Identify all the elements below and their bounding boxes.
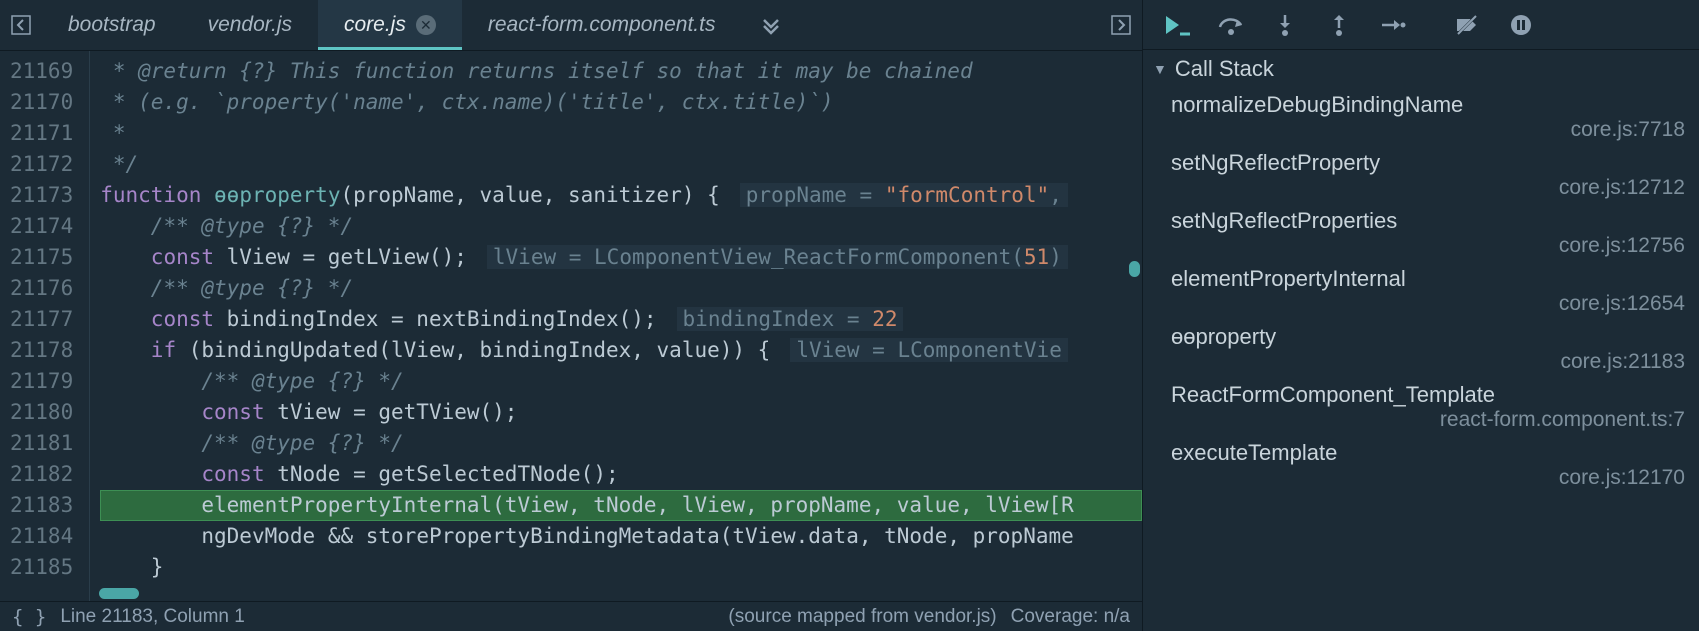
frame-location: core.js:7718 (1171, 118, 1685, 142)
call-stack-frame[interactable]: normalizeDebugBindingNamecore.js:7718 (1143, 88, 1699, 146)
code-line[interactable]: /** @type {?} */ (100, 428, 1142, 459)
code-line[interactable]: } (100, 552, 1142, 583)
frame-function: setNgReflectProperty (1171, 150, 1685, 176)
code-line[interactable]: if (bindingUpdated(lView, bindingIndex, … (100, 335, 1142, 366)
editor-statusbar: { } Line 21183, Column 1 (source mapped … (0, 601, 1142, 631)
code-line[interactable]: ngDevMode && storePropertyBindingMetadat… (100, 521, 1142, 552)
call-stack-frame[interactable]: setNgReflectPropertiescore.js:12756 (1143, 204, 1699, 262)
call-stack-section-header[interactable]: ▼ Call Stack (1143, 50, 1699, 88)
tab-overflow-button[interactable] (741, 15, 801, 35)
editor-pane: bootstrap vendor.js core.js ✕ react-form… (0, 0, 1143, 631)
step-over-button[interactable] (1207, 5, 1255, 45)
frame-function: setNgReflectProperties (1171, 208, 1685, 234)
horizontal-scrollbar[interactable] (99, 588, 139, 599)
call-stack-frame[interactable]: setNgReflectPropertycore.js:12712 (1143, 146, 1699, 204)
frame-location: core.js:12170 (1171, 466, 1685, 490)
tab-label: vendor.js (208, 13, 292, 37)
close-icon[interactable]: ✕ (416, 15, 436, 35)
frame-function: normalizeDebugBindingName (1171, 92, 1685, 118)
frame-location: core.js:12712 (1171, 176, 1685, 200)
frame-function: ɵɵproperty (1171, 324, 1685, 350)
code-line[interactable]: const lView = getLView();lView = LCompon… (100, 242, 1142, 273)
debugger-pane: ▼ Call Stack normalizeDebugBindingNameco… (1143, 0, 1699, 631)
inline-value: propName = "formControl", (740, 183, 1068, 207)
code-line[interactable]: * (100, 118, 1142, 149)
tab-bootstrap[interactable]: bootstrap (42, 0, 182, 50)
call-stack-frame[interactable]: ReactFormComponent_Templatereact-form.co… (1143, 378, 1699, 436)
code-line[interactable]: * (e.g. `property('name', ctx.name)('tit… (100, 87, 1142, 118)
line-number-gutter: 2116921170211712117221173211742117521176… (0, 51, 90, 601)
call-stack-frame[interactable]: elementPropertyInternalcore.js:12654 (1143, 262, 1699, 320)
frame-function: executeTemplate (1171, 440, 1685, 466)
inline-value: lView = LComponentVie (790, 338, 1068, 362)
resume-button[interactable] (1153, 5, 1201, 45)
code-line[interactable]: function ɵɵproperty(propName, value, san… (100, 180, 1142, 211)
tab-react-form-component[interactable]: react-form.component.ts (462, 0, 742, 50)
call-stack-frame[interactable]: ɵɵpropertycore.js:21183 (1143, 320, 1699, 378)
chevron-down-icon: ▼ (1153, 61, 1167, 77)
tab-vendor-js[interactable]: vendor.js (182, 0, 318, 50)
frame-location: react-form.component.ts:7 (1171, 408, 1685, 432)
step-into-button[interactable] (1261, 5, 1309, 45)
tab-core-js[interactable]: core.js ✕ (318, 0, 462, 50)
inline-value: bindingIndex = 22 (677, 307, 904, 331)
vertical-scrollbar[interactable] (1129, 261, 1140, 277)
code-line[interactable]: const tNode = getSelectedTNode(); (100, 459, 1142, 490)
code-line[interactable]: * @return {?} This function returns itse… (100, 56, 1142, 87)
step-out-button[interactable] (1315, 5, 1363, 45)
frame-location: core.js:12756 (1171, 234, 1685, 258)
frame-location: core.js:12654 (1171, 292, 1685, 316)
code-editor[interactable]: 2116921170211712117221173211742117521176… (0, 50, 1142, 601)
debug-toolbar (1143, 0, 1699, 50)
deactivate-breakpoints-button[interactable] (1443, 5, 1491, 45)
inline-value: lView = LComponentView_ReactFormComponen… (487, 245, 1068, 269)
code-body[interactable]: * @return {?} This function returns itse… (90, 51, 1142, 601)
code-line[interactable]: /** @type {?} */ (100, 273, 1142, 304)
cursor-position: Line 21183, Column 1 (60, 606, 245, 628)
frame-location: core.js:21183 (1171, 350, 1685, 374)
frame-function: elementPropertyInternal (1171, 266, 1685, 292)
section-title: Call Stack (1175, 56, 1274, 82)
code-line[interactable]: /** @type {?} */ (100, 211, 1142, 242)
code-line[interactable]: */ (100, 149, 1142, 180)
call-stack-list: normalizeDebugBindingNamecore.js:7718set… (1143, 88, 1699, 631)
pause-button[interactable] (1497, 5, 1545, 45)
call-stack-frame[interactable]: executeTemplatecore.js:12170 (1143, 436, 1699, 494)
tab-label: bootstrap (68, 13, 156, 37)
tab-label: core.js (344, 13, 406, 37)
tab-nav-prev-button[interactable] (0, 0, 42, 50)
tab-label: react-form.component.ts (488, 13, 716, 37)
code-line[interactable]: /** @type {?} */ (100, 366, 1142, 397)
step-button[interactable] (1369, 5, 1417, 45)
code-line[interactable]: elementPropertyInternal(tView, tNode, lV… (100, 490, 1142, 521)
code-line[interactable]: const bindingIndex = nextBindingIndex();… (100, 304, 1142, 335)
code-line[interactable]: const tView = getTView(); (100, 397, 1142, 428)
frame-function: ReactFormComponent_Template (1171, 382, 1685, 408)
pretty-print-button[interactable]: { } (12, 606, 46, 628)
tab-nav-next-button[interactable] (1100, 0, 1142, 50)
coverage-label: Coverage: n/a (1011, 606, 1130, 628)
editor-tabbar: bootstrap vendor.js core.js ✕ react-form… (0, 0, 1142, 50)
source-mapped-label: (source mapped from vendor.js) (728, 606, 996, 628)
